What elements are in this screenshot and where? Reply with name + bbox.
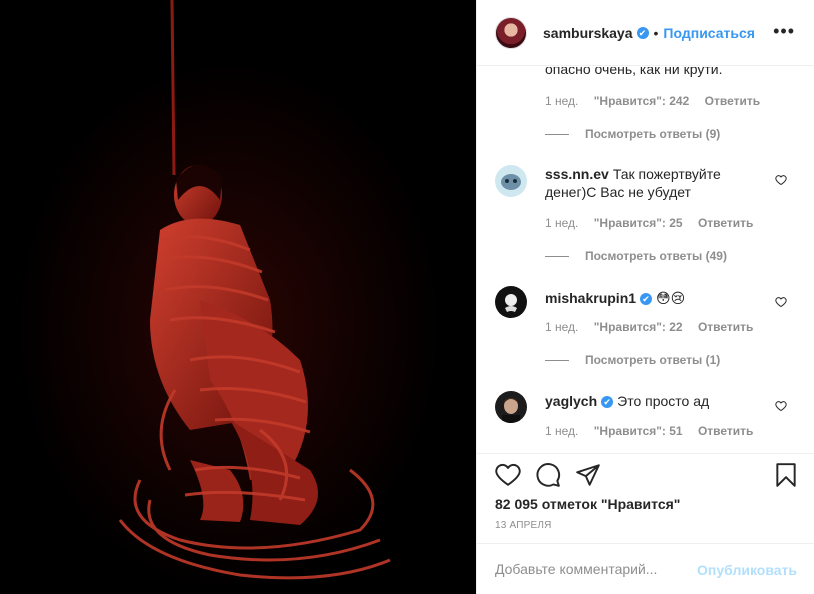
author-username[interactable]: samburskaya: [543, 25, 633, 41]
like-comment-icon[interactable]: [775, 174, 787, 186]
comment-meta: 1 нед. "Нравится": 22 Ответить: [545, 320, 765, 334]
post-header: samburskaya ✔ • Подписаться •••: [477, 0, 814, 66]
heart-icon[interactable]: [495, 462, 521, 488]
comment-time[interactable]: 1 нед.: [545, 216, 578, 230]
share-icon[interactable]: [575, 462, 601, 488]
view-replies-button[interactable]: Посмотреть ответы (9): [545, 127, 720, 141]
verified-badge-icon: ✔: [640, 293, 653, 306]
view-replies-label: Посмотреть ответы (9): [585, 127, 721, 141]
post-date[interactable]: 13 АПРЕЛЯ: [495, 520, 552, 531]
photo-image: [0, 0, 476, 594]
commenter-avatar[interactable]: [495, 286, 527, 318]
commenter-username[interactable]: mishakrupin1: [545, 290, 636, 306]
reply-button[interactable]: Ответить: [705, 94, 760, 108]
comment-body: sss.nn.ev Так пожертвуйте денег)С Вас не …: [545, 165, 771, 201]
comment-meta: 1 нед. "Нравится": 25 Ответить: [545, 216, 765, 230]
separator-dot: •: [653, 24, 659, 41]
comment-likes[interactable]: "Нравится": 25: [594, 216, 683, 230]
commenter-avatar[interactable]: [495, 165, 527, 197]
comment-likes[interactable]: "Нравится": 242: [594, 94, 690, 108]
view-replies-label: Посмотреть ответы (49): [585, 249, 727, 263]
view-replies-button[interactable]: Посмотреть ответы (1): [545, 353, 720, 367]
likes-count[interactable]: 82 095 отметок "Нравится": [495, 496, 680, 512]
comment-likes[interactable]: "Нравится": 51: [594, 424, 683, 438]
comment-likes[interactable]: "Нравится": 22: [594, 320, 683, 334]
view-replies-label: Посмотреть ответы (1): [585, 353, 721, 367]
comment-time[interactable]: 1 нед.: [545, 424, 578, 438]
comment-meta: 1 нед. "Нравится": 51 Ответить: [545, 424, 765, 438]
add-comment-bar: Опубликовать: [477, 543, 814, 594]
comment-time[interactable]: 1 нед.: [545, 94, 578, 108]
comment-icon[interactable]: [535, 462, 561, 488]
more-options-icon[interactable]: •••: [773, 22, 795, 40]
verified-badge-icon: ✔: [601, 396, 614, 409]
post-side-panel: samburskaya ✔ • Подписаться ••• опасно о…: [476, 0, 814, 594]
comment-body: mishakrupin1 ✔ 😳😢: [545, 289, 771, 307]
author-avatar[interactable]: [495, 16, 527, 49]
reply-button[interactable]: Ответить: [698, 216, 753, 230]
commenter-avatar[interactable]: [495, 391, 527, 423]
reply-button[interactable]: Ответить: [698, 424, 753, 438]
comments-list[interactable]: опасно очень, как ни крути. 1 нед. "Нрав…: [477, 67, 814, 453]
view-replies-button[interactable]: Посмотреть ответы (49): [545, 249, 727, 263]
bookmark-icon[interactable]: [773, 462, 799, 488]
comment-input[interactable]: [495, 558, 695, 580]
post-photo[interactable]: [0, 0, 476, 594]
verified-badge-icon: ✔: [636, 26, 649, 39]
comment-text: 😳😢: [656, 290, 686, 306]
instagram-post-modal: samburskaya ✔ • Подписаться ••• опасно о…: [0, 0, 814, 594]
replies-line: [545, 255, 569, 257]
publish-button[interactable]: Опубликовать: [697, 562, 797, 578]
comment-text: опасно очень, как ни крути.: [545, 67, 723, 77]
comment-meta: 1 нед. "Нравится": 242 Ответить: [545, 94, 772, 108]
comment-body: yaglych ✔ Это просто ад: [545, 392, 771, 410]
post-actions: 82 095 отметок "Нравится" 13 АПРЕЛЯ: [477, 453, 814, 543]
commenter-username[interactable]: sss.nn.ev: [545, 166, 609, 182]
comment-text: Это просто ад: [617, 393, 710, 409]
replies-line: [545, 359, 569, 361]
commenter-username[interactable]: yaglych: [545, 393, 597, 409]
like-comment-icon[interactable]: [775, 296, 787, 308]
follow-button[interactable]: Подписаться: [663, 25, 755, 41]
comment-time[interactable]: 1 нед.: [545, 320, 578, 334]
like-comment-icon[interactable]: [775, 400, 787, 412]
reply-button[interactable]: Ответить: [698, 320, 753, 334]
replies-line: [545, 133, 569, 135]
